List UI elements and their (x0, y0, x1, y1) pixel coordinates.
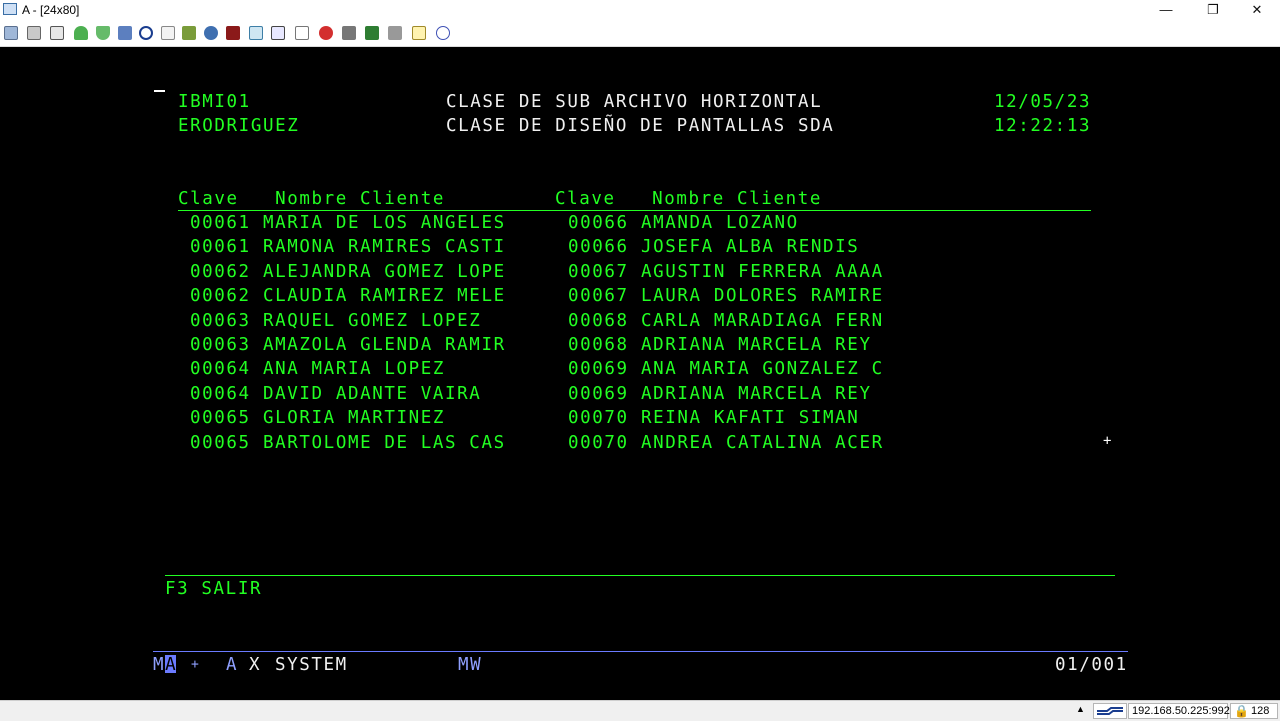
paste-icon[interactable] (27, 26, 41, 40)
column-header-right: Clave Nombre Cliente (555, 189, 822, 209)
nombre-right: LAURA DOLORES RAMIRE (641, 286, 884, 307)
keyboard-icon[interactable] (271, 26, 285, 40)
function-keys: F3 SALIR (165, 579, 263, 599)
clave-right: 00067 (568, 261, 629, 282)
close-button[interactable]: ✕ (1234, 0, 1280, 21)
cursor-position: 01/001 (1055, 655, 1128, 675)
record-icon[interactable] (226, 26, 240, 40)
clave-left: 00062 (190, 261, 251, 282)
host-address: 192.168.50.225:992 (1132, 705, 1230, 717)
nombre-left: RAMONA RAMIRES CASTI (263, 237, 506, 258)
nombre-right: ADRIANA MARCELA REY (641, 334, 872, 355)
oia-ma-indicator: MA (153, 655, 178, 675)
oia-system: SYSTEM (275, 655, 348, 675)
nombre-left: DAVID ADANTE VAIRA (263, 383, 482, 404)
notes-icon[interactable] (161, 26, 175, 40)
document-icon[interactable] (412, 26, 426, 40)
more-records-indicator: + (1103, 433, 1112, 449)
restore-button[interactable]: ❐ (1190, 0, 1236, 21)
clave-left: 00062 (190, 286, 251, 307)
macro-icon[interactable] (204, 26, 218, 40)
disk-icon[interactable] (118, 26, 132, 40)
screen-title: CLASE DE SUB ARCHIVO HORIZONTAL (446, 92, 823, 112)
package-icon[interactable] (182, 26, 196, 40)
nombre-left: GLORIA MARTINEZ (263, 408, 446, 429)
clave-right: 00068 (568, 334, 629, 355)
scroll-up-icon[interactable]: ▲ (1076, 704, 1085, 714)
oia-session: A (226, 655, 239, 675)
oia-mw: MW (458, 655, 483, 675)
status-bar: ▲ 192.168.50.225:992 🔒 128 (0, 700, 1280, 721)
window-title-bar: A - [24x80] — ❐ ✕ (0, 0, 1280, 21)
nombre-right: AGUSTIN FERRERA AAAA (641, 261, 884, 282)
nombre-left: CLAUDIA RAMIREZ MELE (263, 286, 506, 307)
nombre-right: ADRIANA MARCELA REY (641, 383, 872, 404)
nombre-left: MARIA DE LOS ANGELES (263, 213, 506, 233)
lock-icon: 🔒 (1234, 704, 1249, 718)
column-header-left: Clave Nombre Cliente (178, 189, 445, 209)
oia-cursor-block: A (165, 655, 178, 675)
window-title: A - [24x80] (22, 3, 80, 17)
clave-right: 00069 (568, 359, 629, 380)
clave-right: 00066 (568, 213, 629, 233)
clave-left: 00065 (190, 432, 251, 453)
nombre-left: ANA MARIA LOPEZ (263, 359, 446, 380)
clave-right: 00068 (568, 310, 629, 331)
screen-icon[interactable] (249, 26, 263, 40)
print-icon[interactable] (50, 26, 64, 40)
oia-ma-prefix: M (153, 655, 166, 675)
clave-right: 00070 (568, 432, 629, 453)
run-icon[interactable] (319, 26, 333, 40)
screen-subtitle: CLASE DE DISEÑO DE PANTALLAS SDA (446, 116, 835, 136)
nombre-left: ALEJANDRA GOMEZ LOPE (263, 261, 506, 282)
encryption-box: 🔒 128 (1230, 703, 1278, 719)
terminal-screen[interactable]: IBMI01 ERODRIGUEZ CLASE DE SUB ARCHIVO H… (0, 47, 1280, 700)
host-address-box: 192.168.50.225:992 (1128, 703, 1230, 719)
nombre-right: JOSEFA ALBA RENDIS (641, 237, 860, 258)
stop-icon[interactable] (342, 26, 356, 40)
minimize-button[interactable]: — (1143, 0, 1189, 21)
oia-x-mark: X (249, 655, 262, 675)
screen-cursor (154, 90, 165, 92)
footer-separator (165, 575, 1115, 576)
play-icon[interactable] (365, 26, 379, 40)
oia-separator (153, 651, 1128, 652)
clave-left: 00065 (190, 408, 251, 429)
nombre-left: BARTOLOME DE LAS CAS (263, 432, 506, 453)
user-name: ERODRIGUEZ (178, 116, 300, 136)
clave-left: 00063 (190, 310, 251, 331)
header-underline (178, 210, 1091, 211)
clave-right: 00069 (568, 383, 629, 404)
clave-left: 00063 (190, 334, 251, 355)
toolbar (0, 21, 1280, 47)
clave-left: 00064 (190, 383, 251, 404)
terminal-app-icon (3, 3, 17, 15)
oia-plus: + (191, 657, 201, 672)
help-icon[interactable] (436, 26, 450, 40)
send-file-icon[interactable] (74, 26, 88, 40)
receive-file-icon[interactable] (96, 26, 110, 40)
clave-left: 00061 (190, 237, 251, 258)
encryption-strength: 128 (1251, 705, 1270, 717)
program-name: IBMI01 (178, 92, 251, 112)
nombre-right: ANDREA CATALINA ACER (641, 432, 884, 453)
nombre-right: AMANDA LOZANO (641, 213, 799, 233)
screen-time: 12:22:13 (994, 116, 1092, 136)
nombre-right: ANA MARIA GONZALEZ C (641, 359, 884, 380)
trash-icon[interactable] (388, 26, 402, 40)
nombre-left: RAQUEL GOMEZ LOPEZ (263, 310, 482, 331)
clave-right: 00070 (568, 408, 629, 429)
nombre-right: CARLA MARADIAGA FERN (641, 310, 884, 331)
nombre-right: REINA KAFATI SIMAN (641, 408, 860, 429)
clave-right: 00066 (568, 237, 629, 258)
clave-left: 00064 (190, 359, 251, 380)
tools-icon[interactable] (295, 26, 309, 40)
clave-left: 00061 (190, 213, 251, 233)
navigate-icon[interactable] (139, 26, 153, 40)
copy-icon[interactable] (4, 26, 18, 40)
clave-right: 00067 (568, 286, 629, 307)
screen-date: 12/05/23 (994, 92, 1092, 112)
nombre-left: AMAZOLA GLENDA RAMIR (263, 334, 506, 355)
connection-icon (1093, 703, 1127, 719)
